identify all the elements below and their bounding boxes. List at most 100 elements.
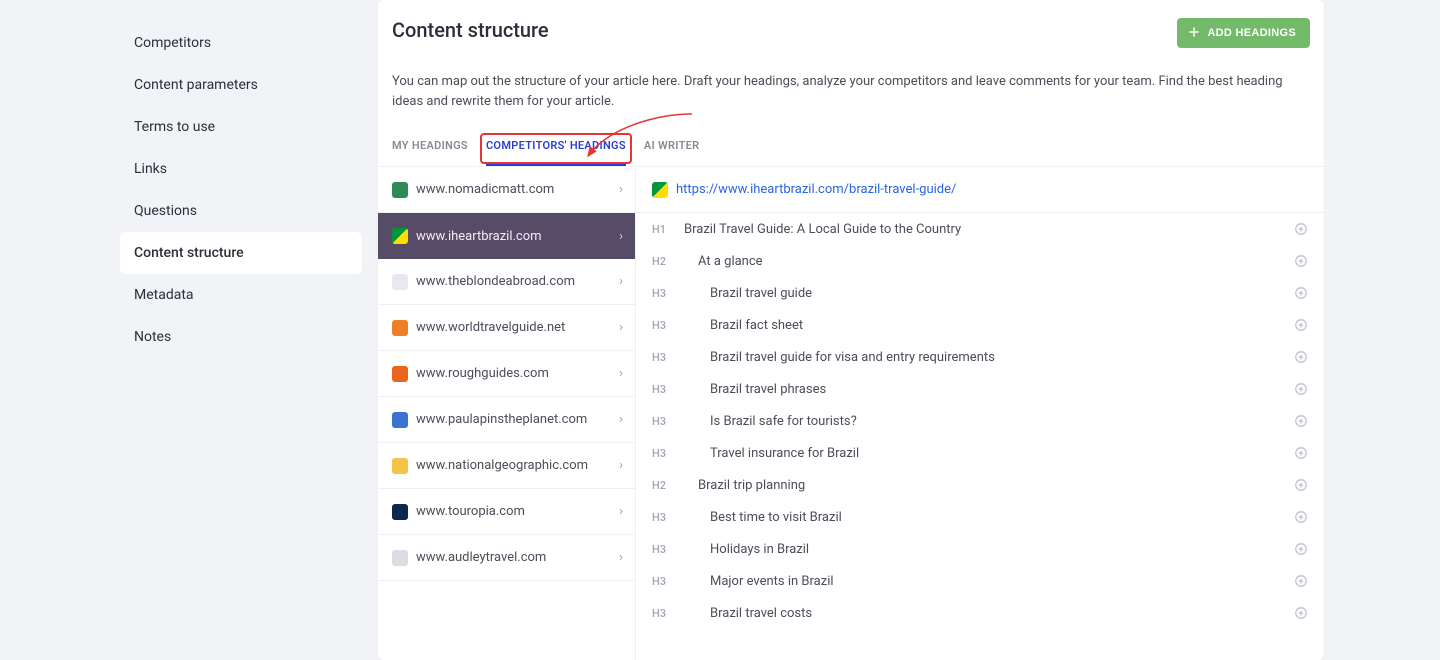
heading-text: Is Brazil safe for tourists?: [710, 414, 1294, 429]
heading-level-badge: H2: [652, 255, 674, 268]
sidebar-item-competitors[interactable]: Competitors: [120, 22, 362, 64]
heading-text: Major events in Brazil: [710, 574, 1294, 589]
competitor-domain: www.roughguides.com: [416, 366, 549, 381]
competitor-item[interactable]: www.iheartbrazil.com ›: [378, 213, 635, 259]
add-heading-icon[interactable]: [1294, 350, 1308, 364]
heading-level-badge: H3: [652, 575, 674, 588]
chevron-right-icon: ›: [619, 550, 623, 565]
heading-row: H2 At a glance: [636, 245, 1324, 277]
add-heading-icon[interactable]: [1294, 606, 1308, 620]
competitor-domain: www.iheartbrazil.com: [416, 229, 542, 244]
add-heading-icon[interactable]: [1294, 382, 1308, 396]
heading-level-badge: H3: [652, 511, 674, 524]
main: Content structure ADD HEADINGS You can m…: [362, 0, 1440, 660]
heading-row: H3 Holidays in Brazil: [636, 533, 1324, 565]
add-heading-icon[interactable]: [1294, 414, 1308, 428]
competitor-item[interactable]: www.theblondeabroad.com›: [378, 259, 635, 305]
sidebar-item-metadata[interactable]: Metadata: [120, 274, 362, 316]
tab-ai-writer[interactable]: AI WRITER: [644, 139, 700, 166]
add-heading-icon[interactable]: [1294, 222, 1308, 236]
headings-panel: https://www.iheartbrazil.com/brazil-trav…: [636, 167, 1324, 660]
heading-row: H1 Brazil Travel Guide: A Local Guide to …: [636, 213, 1324, 245]
add-heading-icon[interactable]: [1294, 510, 1308, 524]
heading-text: Brazil Travel Guide: A Local Guide to th…: [684, 222, 1294, 237]
heading-row: H3 Brazil fact sheet: [636, 309, 1324, 341]
heading-text: Brazil trip planning: [698, 478, 1294, 493]
chevron-right-icon: ›: [619, 229, 623, 244]
favicon-icon: [392, 366, 408, 382]
chevron-right-icon: ›: [619, 182, 623, 197]
sidebar-item-notes[interactable]: Notes: [120, 316, 362, 358]
sidebar-item-content-parameters[interactable]: Content parameters: [120, 64, 362, 106]
competitor-url-bar: https://www.iheartbrazil.com/brazil-trav…: [636, 167, 1324, 213]
heading-text: Holidays in Brazil: [710, 542, 1294, 557]
add-heading-icon[interactable]: [1294, 286, 1308, 300]
heading-level-badge: H3: [652, 319, 674, 332]
competitor-domain: www.theblondeabroad.com: [416, 274, 575, 289]
page-description: You can map out the structure of your ar…: [378, 48, 1298, 111]
tab-my-headings[interactable]: MY HEADINGS: [392, 139, 468, 166]
favicon-icon: [392, 458, 408, 474]
competitor-url-link[interactable]: https://www.iheartbrazil.com/brazil-trav…: [676, 182, 956, 197]
plus-icon: [1187, 25, 1201, 42]
add-heading-icon[interactable]: [1294, 574, 1308, 588]
tabs: MY HEADINGS COMPETITORS' HEADINGS AI WRITE…: [378, 111, 1324, 167]
heading-text: At a glance: [698, 254, 1294, 269]
content-structure-panel: Content structure ADD HEADINGS You can m…: [378, 0, 1324, 660]
favicon-icon: [652, 182, 668, 198]
heading-row: H3Brazil travel costs: [636, 597, 1324, 629]
chevron-right-icon: ›: [619, 320, 623, 335]
add-heading-icon[interactable]: [1294, 318, 1308, 332]
sidebar-item-links[interactable]: Links: [120, 148, 362, 190]
add-heading-icon[interactable]: [1294, 478, 1308, 492]
favicon-icon: [392, 412, 408, 428]
sidebar-item-questions[interactable]: Questions: [120, 190, 362, 232]
competitor-item[interactable]: www.paulapinstheplanet.com ›: [378, 397, 635, 443]
heading-row: H3 Brazil travel guide for visa and entry…: [636, 341, 1324, 373]
heading-text: Brazil travel guide: [710, 286, 1294, 301]
competitor-domain: www.audleytravel.com: [416, 550, 546, 565]
competitor-domain: www.nomadicmatt.com: [416, 182, 554, 197]
heading-row: H3Brazil travel phrases: [636, 373, 1324, 405]
sidebar-item-content-structure[interactable]: Content structure: [120, 232, 362, 274]
heading-level-badge: H3: [652, 351, 674, 364]
heading-row: H3 Best time to visit Brazil: [636, 501, 1324, 533]
competitor-item[interactable]: www.audleytravel.com ›: [378, 535, 635, 581]
favicon-icon: [392, 504, 408, 520]
competitor-item[interactable]: www.touropia.com›: [378, 489, 635, 535]
heading-level-badge: H3: [652, 607, 674, 620]
heading-text: Best time to visit Brazil: [710, 510, 1294, 525]
competitor-item[interactable]: www.roughguides.com›: [378, 351, 635, 397]
competitor-domain: www.paulapinstheplanet.com: [416, 412, 587, 427]
heading-row: H3 Major events in Brazil: [636, 565, 1324, 597]
competitor-item[interactable]: www.nomadicmatt.com ›: [378, 167, 635, 213]
competitor-item[interactable]: www.worldtravelguide.net›: [378, 305, 635, 351]
favicon-icon: [392, 228, 408, 244]
add-heading-icon[interactable]: [1294, 254, 1308, 268]
favicon-icon: [392, 274, 408, 290]
heading-text: Travel insurance for Brazil: [710, 446, 1294, 461]
sidebar-item-terms-to-use[interactable]: Terms to use: [120, 106, 362, 148]
heading-level-badge: H3: [652, 415, 674, 428]
page-title: Content structure: [392, 18, 549, 42]
competitor-item[interactable]: www.nationalgeographic.com›: [378, 443, 635, 489]
competitor-domain: www.nationalgeographic.com: [416, 458, 588, 473]
tab-competitors-headings[interactable]: COMPETITORS' HEADINGS: [486, 139, 626, 166]
add-headings-button[interactable]: ADD HEADINGS: [1177, 18, 1310, 48]
heading-level-badge: H3: [652, 447, 674, 460]
heading-row: H3 Is Brazil safe for tourists?: [636, 405, 1324, 437]
competitor-list: www.nomadicmatt.com›www.iheartbrazil.com…: [378, 167, 636, 660]
heading-level-badge: H3: [652, 287, 674, 300]
heading-text: Brazil fact sheet: [710, 318, 1294, 333]
favicon-icon: [392, 550, 408, 566]
heading-level-badge: H3: [652, 543, 674, 556]
heading-row: H3 Travel insurance for Brazil: [636, 437, 1324, 469]
heading-level-badge: H1: [652, 223, 674, 236]
heading-row: H2Brazil trip planning: [636, 469, 1324, 501]
add-heading-icon[interactable]: [1294, 446, 1308, 460]
heading-row: H3 Brazil travel guide: [636, 277, 1324, 309]
heading-text: Brazil travel guide for visa and entry r…: [710, 350, 1294, 365]
competitor-domain: www.touropia.com: [416, 504, 525, 519]
add-heading-icon[interactable]: [1294, 542, 1308, 556]
chevron-right-icon: ›: [619, 412, 623, 427]
